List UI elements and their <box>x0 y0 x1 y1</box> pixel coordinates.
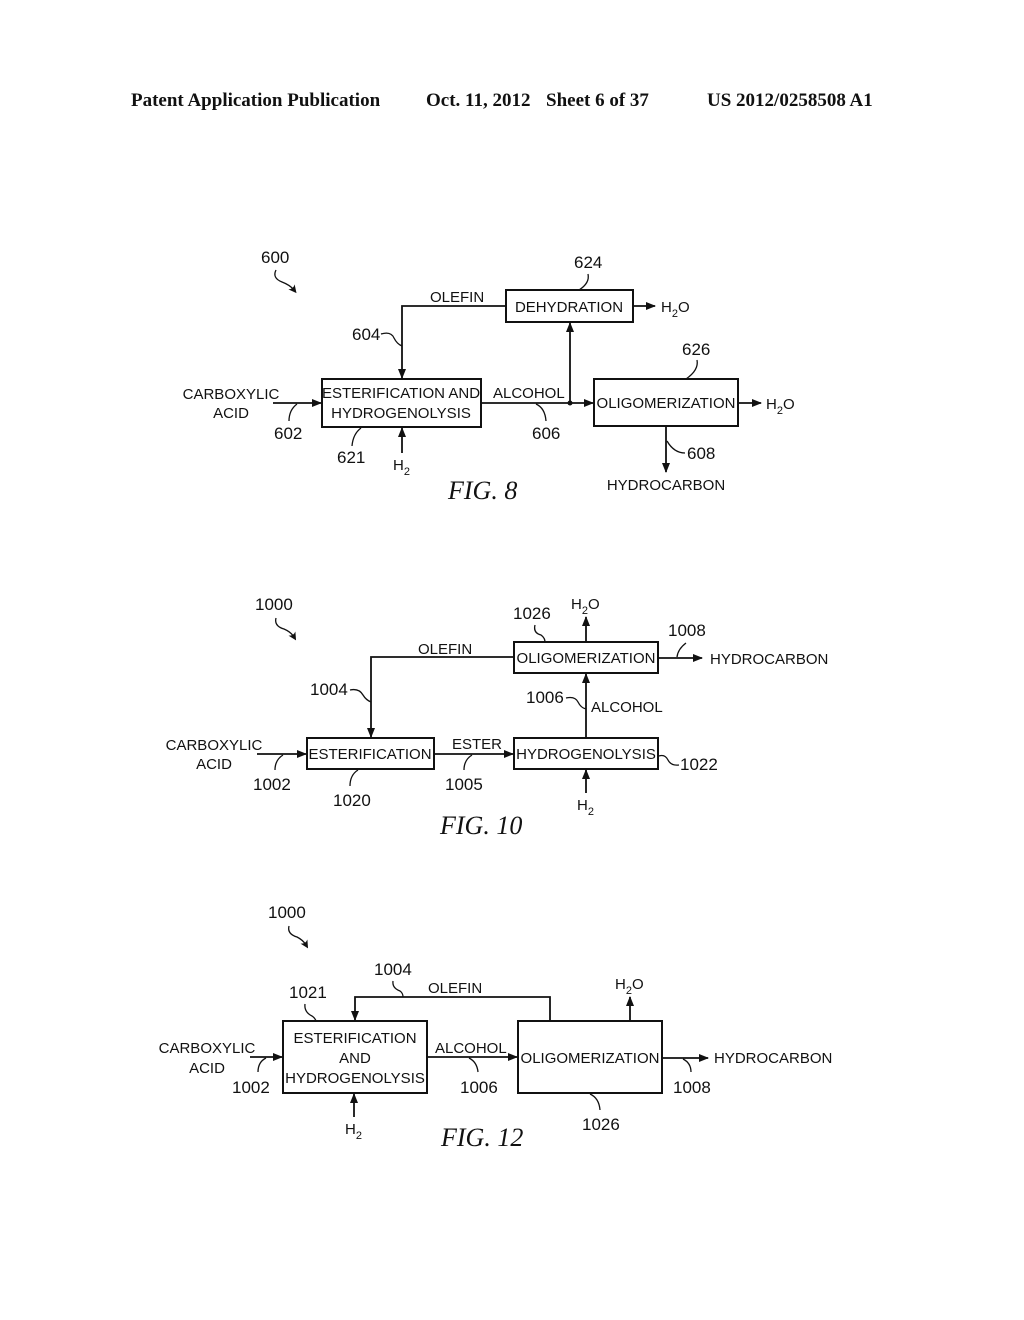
fig10-esterification-label: ESTERIFICATION <box>308 746 431 763</box>
fig8-olefin-label: OLEFIN <box>430 289 484 306</box>
fig8-ref-621: 621 <box>337 448 365 467</box>
fig12-olefin-label: OLEFIN <box>428 980 482 997</box>
fig8-ref-604: 604 <box>352 325 380 344</box>
fig12-system-ref: 1000 <box>268 903 306 922</box>
figure-8: 600 ESTERIFICATION AND HYDROGENOLYSIS DE… <box>183 248 795 505</box>
fig10-1006-leader <box>565 696 587 710</box>
fig8-626-leader <box>685 359 698 380</box>
fig12-h2-label: H2 <box>345 1121 362 1142</box>
fig8-box-621-line1: ESTERIFICATION AND <box>322 385 480 402</box>
fig10-water-label: H2O <box>571 596 600 617</box>
fig10-ester-label: ESTER <box>452 736 502 753</box>
fig8-dehydration-water-label: H2O <box>661 299 690 320</box>
fig8-ref-624: 624 <box>574 253 602 272</box>
fig8-ref-608: 608 <box>687 444 715 463</box>
fig12-system-ref-arrow <box>288 925 309 949</box>
fig8-hydrocarbon-label: HYDROCARBON <box>607 477 725 494</box>
fig8-dehydration-label: DEHYDRATION <box>515 299 623 316</box>
fig12-carboxylic-line1: CARBOXYLIC <box>159 1040 256 1057</box>
fig10-ref-1002: 1002 <box>253 775 291 794</box>
fig8-606-leader <box>535 403 547 422</box>
fig12-1004-leader <box>392 980 404 998</box>
fig8-system-ref-arrow <box>274 269 297 294</box>
fig12-hydrocarbon-label: HYDROCARBON <box>714 1050 832 1067</box>
fig10-ref-1020: 1020 <box>333 791 371 810</box>
fig10-h2-label: H2 <box>577 797 594 818</box>
fig8-608-leader <box>666 440 686 454</box>
fig10-ref-1005: 1005 <box>445 775 483 794</box>
fig12-1006-leader <box>468 1057 479 1073</box>
fig8-caption: FIG. 8 <box>447 476 517 505</box>
fig8-oligomerization-label: OLIGOMERIZATION <box>597 395 736 412</box>
fig10-ref-1004: 1004 <box>310 680 348 699</box>
fig10-hydrogenolysis-label: HYDROGENOLYSIS <box>516 746 656 763</box>
fig10-1004-leader <box>349 688 372 703</box>
fig12-ref-1008: 1008 <box>673 1078 711 1097</box>
fig10-olefin-label: OLEFIN <box>418 641 472 658</box>
fig10-carboxylic-line2: ACID <box>196 756 232 773</box>
fig8-624-leader <box>578 273 589 291</box>
fig8-box-621-line2: HYDROGENOLYSIS <box>331 405 471 422</box>
fig12-caption: FIG. 12 <box>440 1123 523 1152</box>
fig10-1005-leader <box>463 754 473 771</box>
fig10-hydrocarbon-label: HYDROCARBON <box>710 651 828 668</box>
fig8-alcohol-label: ALCOHOL <box>493 385 565 402</box>
fig10-caption: FIG. 10 <box>439 811 522 840</box>
fig8-olefin-recycle-arrow <box>398 305 506 379</box>
figure-12: 1000 ESTERIFICATION AND HYDROGENOLYSIS O… <box>159 903 833 1152</box>
fig12-ref-1006: 1006 <box>460 1078 498 1097</box>
fig8-602-leader <box>288 403 298 422</box>
fig10-1002-leader <box>274 754 284 771</box>
figure-10: 1000 ESTERIFICATION HYDROGENOLYSIS OLIGO… <box>166 595 829 840</box>
fig8-ref-606: 606 <box>532 424 560 443</box>
fig8-ref-626: 626 <box>682 340 710 359</box>
fig12-olefin-recycle-arrow <box>351 996 551 1021</box>
fig12-water-label: H2O <box>615 976 644 997</box>
fig10-1022-leader <box>658 754 680 766</box>
fig8-system-ref: 600 <box>261 248 289 267</box>
fig10-system-ref-arrow <box>275 617 297 641</box>
fig8-h2-label: H2 <box>393 457 410 478</box>
fig10-1008-leader <box>676 642 687 658</box>
fig12-box-1021-line3: HYDROGENOLYSIS <box>285 1070 425 1087</box>
fig12-1008-leader <box>682 1058 692 1073</box>
fig12-carboxylic-line2: ACID <box>189 1060 225 1077</box>
fig10-1026-leader <box>533 624 546 643</box>
fig10-ref-1008: 1008 <box>668 621 706 640</box>
fig12-ref-1002: 1002 <box>232 1078 270 1097</box>
fig8-carboxylic-line2: ACID <box>213 405 249 422</box>
fig12-ref-1026: 1026 <box>582 1115 620 1134</box>
fig8-ref-602: 602 <box>274 424 302 443</box>
fig12-box-1021-line1: ESTERIFICATION <box>293 1030 416 1047</box>
fig12-alcohol-label: ALCOHOL <box>435 1040 507 1057</box>
fig10-1020-leader <box>349 769 359 787</box>
fig10-oligomerization-label: OLIGOMERIZATION <box>517 650 656 667</box>
fig12-ref-1021: 1021 <box>289 983 327 1002</box>
fig8-621-leader <box>351 427 362 447</box>
fig12-oligomerization-label: OLIGOMERIZATION <box>521 1050 660 1067</box>
fig12-ref-1004: 1004 <box>374 960 412 979</box>
fig10-ref-1022: 1022 <box>680 755 718 774</box>
fig8-604-leader <box>380 332 403 347</box>
fig12-1021-leader <box>304 1003 317 1022</box>
fig12-1002-leader <box>257 1057 267 1073</box>
fig8-oligomerization-water-label: H2O <box>766 396 795 417</box>
fig10-ref-1006: 1006 <box>526 688 564 707</box>
fig12-box-1021-line2: AND <box>339 1050 371 1067</box>
fig8-carboxylic-line1: CARBOXYLIC <box>183 386 280 403</box>
fig10-olefin-recycle-arrow <box>367 656 514 738</box>
fig12-1026-leader <box>589 1093 601 1111</box>
fig10-alcohol-label: ALCOHOL <box>591 699 663 716</box>
fig10-carboxylic-line1: CARBOXYLIC <box>166 737 263 754</box>
patent-drawing-sheet: 600 ESTERIFICATION AND HYDROGENOLYSIS DE… <box>159 248 833 1152</box>
fig10-ref-1026: 1026 <box>513 604 551 623</box>
fig10-system-ref: 1000 <box>255 595 293 614</box>
